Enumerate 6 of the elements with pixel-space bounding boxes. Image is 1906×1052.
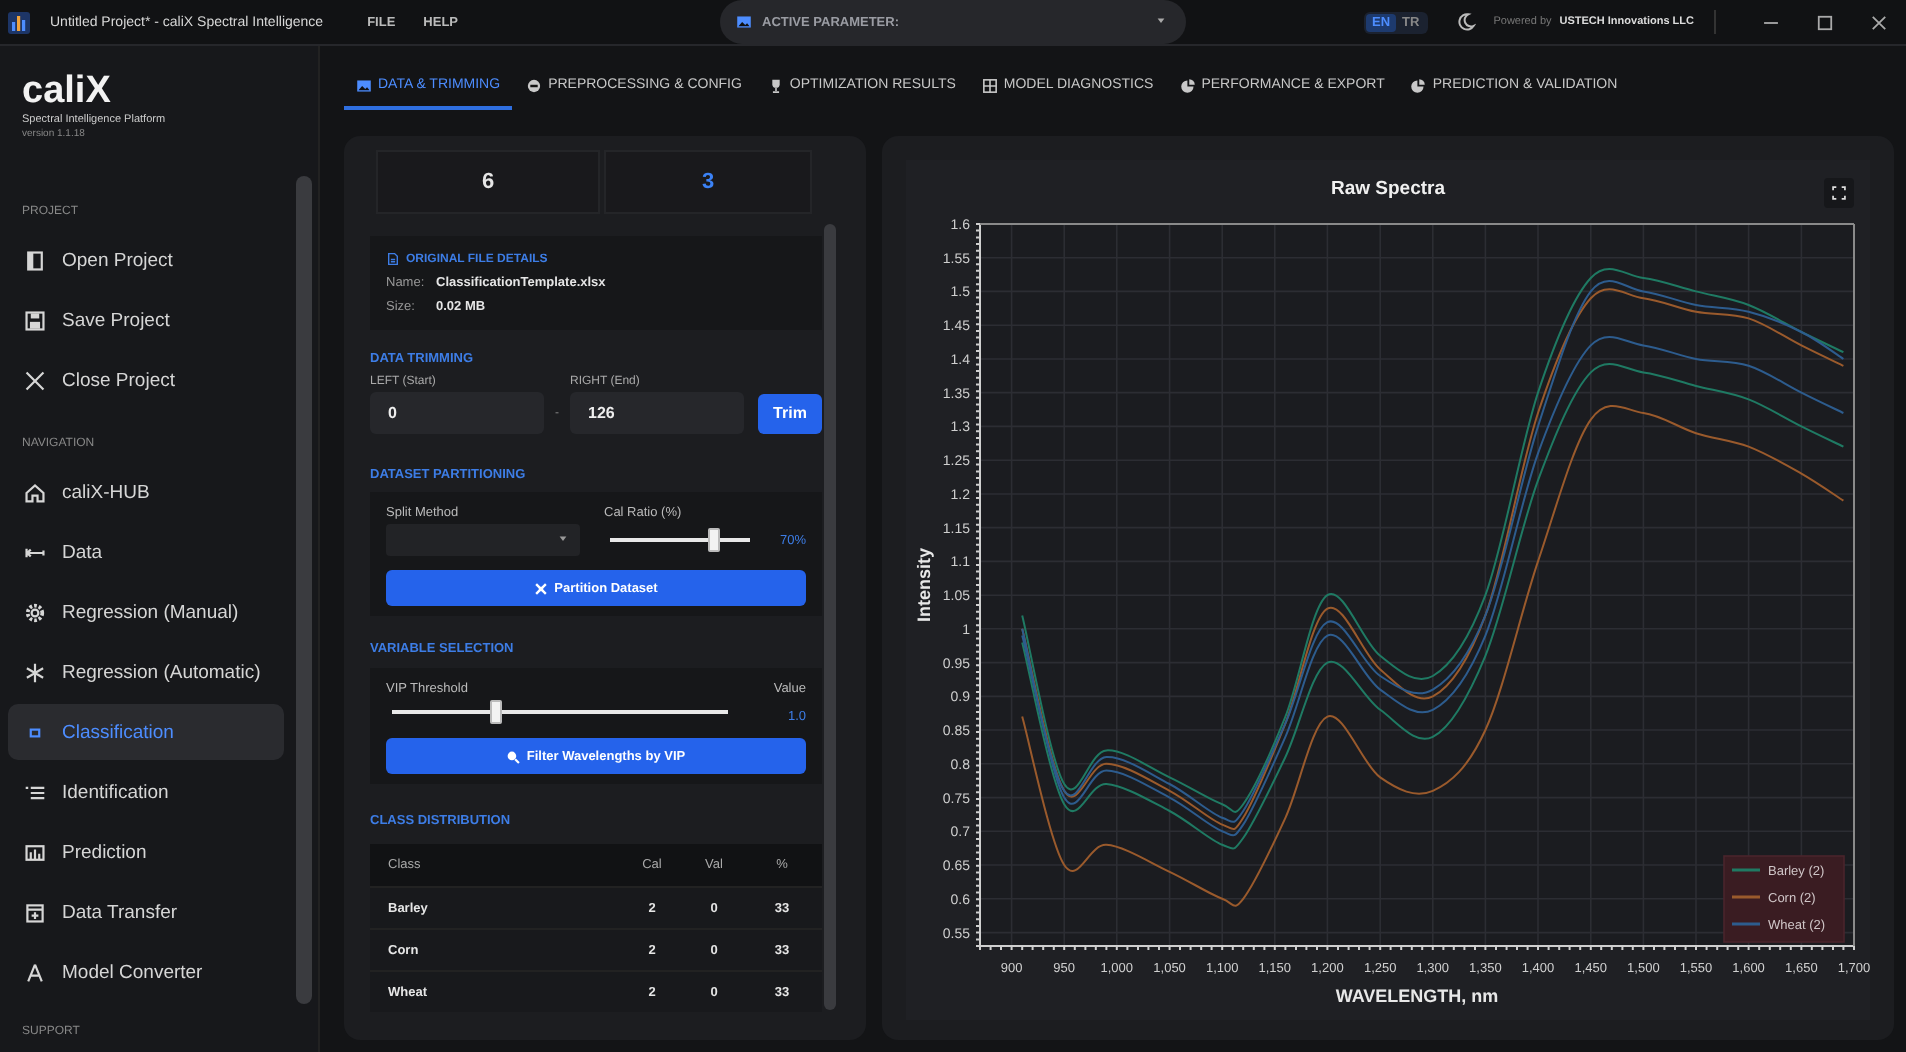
axis-title: WAVELENGTH, nm [1335, 986, 1499, 1006]
stat-value: 6 [481, 170, 495, 194]
axis-title: Intensity [914, 548, 934, 622]
chart-title: Raw Spectra [1330, 175, 1446, 199]
brand-logo: caliX [22, 72, 113, 112]
stat-value: 3 [701, 170, 715, 194]
